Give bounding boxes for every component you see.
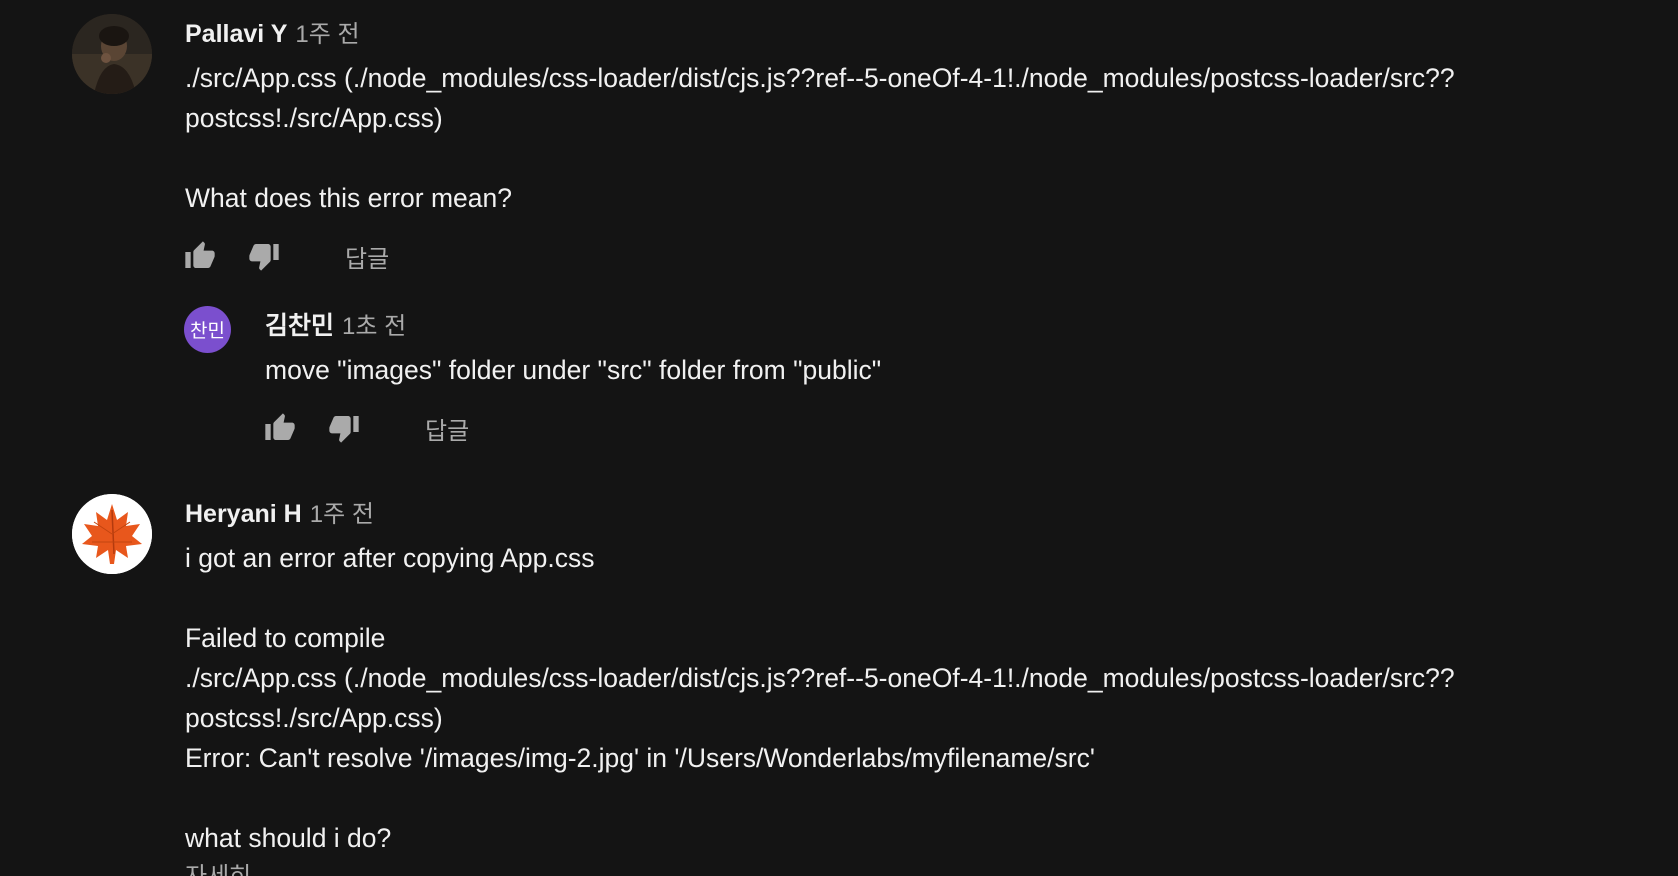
avatar[interactable]: 찬민 — [184, 306, 231, 353]
person-photo-icon — [72, 14, 152, 94]
comment-text: ./src/App.css (./node_modules/css-loader… — [185, 63, 1455, 213]
like-button[interactable] — [263, 411, 297, 445]
author-name[interactable]: Heryani H — [185, 500, 302, 528]
reply-button[interactable]: 답글 — [345, 239, 389, 274]
author-line: 김찬민 1초 전 — [265, 306, 406, 342]
avatar[interactable] — [72, 14, 152, 94]
like-button[interactable] — [183, 239, 217, 273]
author-name[interactable]: 김찬민 — [265, 312, 334, 340]
thumbs-down-icon — [249, 244, 279, 271]
reply-button[interactable]: 답글 — [425, 411, 469, 446]
comment-actions: 답글 — [183, 236, 389, 276]
avatar[interactable] — [72, 494, 152, 574]
dislike-button[interactable] — [327, 411, 361, 445]
timestamp[interactable]: 1주 전 — [310, 501, 374, 528]
read-more-button[interactable]: 자세히 — [185, 862, 251, 876]
dislike-button[interactable] — [247, 239, 281, 273]
timestamp[interactable]: 1초 전 — [342, 313, 406, 340]
comment-text: i got an error after copying App.css Fai… — [185, 543, 1455, 853]
maple-leaf-icon — [72, 494, 152, 574]
timestamp[interactable]: 1주 전 — [295, 21, 359, 48]
thumbs-down-icon — [329, 416, 359, 443]
author-line: Pallavi Y 1주 전 — [185, 14, 360, 49]
thumbs-up-icon — [185, 241, 215, 268]
author-name[interactable]: Pallavi Y — [185, 20, 287, 48]
reply-actions: 답글 — [263, 408, 469, 448]
author-line: Heryani H 1주 전 — [185, 494, 374, 529]
reply-text: move "images" folder under "src" folder … — [265, 355, 882, 385]
thumbs-up-icon — [265, 413, 295, 440]
